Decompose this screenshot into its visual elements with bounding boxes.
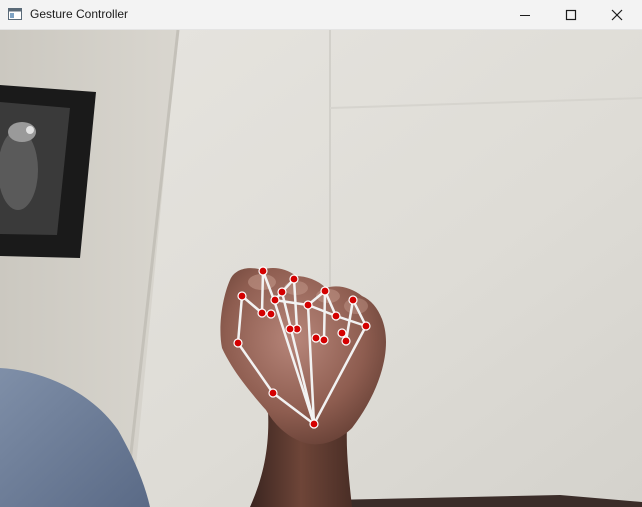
landmark-point: [289, 274, 299, 284]
landmark-point: [285, 324, 295, 334]
landmark-point: [257, 308, 267, 318]
landmark-point: [331, 311, 341, 321]
minimize-button[interactable]: [502, 0, 548, 29]
minimize-icon: [520, 14, 530, 16]
landmark-point: [361, 321, 371, 331]
landmark-point: [266, 309, 276, 319]
camera-feed: [0, 30, 642, 507]
landmark-point: [268, 388, 278, 398]
landmark-point: [237, 291, 247, 301]
landmark-point: [348, 295, 358, 305]
maximize-button[interactable]: [548, 0, 594, 29]
title-bar[interactable]: Gesture Controller: [0, 0, 642, 30]
landmark-point: [309, 419, 319, 429]
camera-frame-svg: [0, 30, 642, 507]
landmark-point: [270, 295, 280, 305]
app-window-icon: [8, 7, 22, 21]
close-icon: [611, 9, 623, 20]
window-title: Gesture Controller: [30, 7, 129, 21]
landmark-point: [303, 300, 313, 310]
landmark-point: [258, 266, 268, 276]
landmark-point: [277, 287, 287, 297]
landmark-point: [320, 286, 330, 296]
maximize-icon: [565, 9, 577, 20]
landmark-point: [341, 336, 351, 346]
close-button[interactable]: [594, 0, 640, 29]
landmark-point: [337, 328, 347, 338]
gesture-controller-window: Gesture Controller: [0, 0, 642, 507]
landmark-point: [233, 338, 243, 348]
landmark-point: [319, 335, 329, 345]
landmark-point: [311, 333, 321, 343]
picture-frame-highlight: [26, 126, 34, 134]
